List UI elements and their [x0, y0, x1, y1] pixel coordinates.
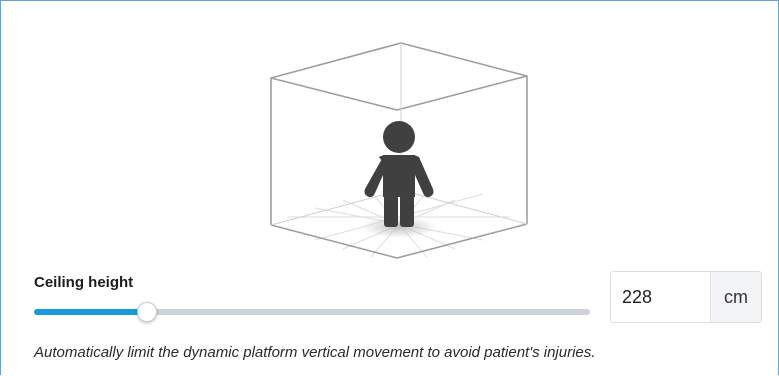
ceiling-height-slider[interactable] — [34, 300, 590, 324]
ceiling-height-input[interactable] — [611, 272, 710, 322]
ceiling-height-field: cm — [610, 271, 762, 323]
help-text: Automatically limit the dynamic platform… — [34, 344, 596, 361]
unit-label: cm — [710, 272, 761, 322]
slider-fill — [34, 309, 146, 315]
person-in-room-icon — [263, 37, 535, 263]
ceiling-settings-panel: Ceiling height cm Automatically limit th… — [0, 0, 779, 375]
slider-thumb[interactable] — [137, 302, 157, 322]
ceiling-height-label: Ceiling height — [34, 274, 134, 291]
